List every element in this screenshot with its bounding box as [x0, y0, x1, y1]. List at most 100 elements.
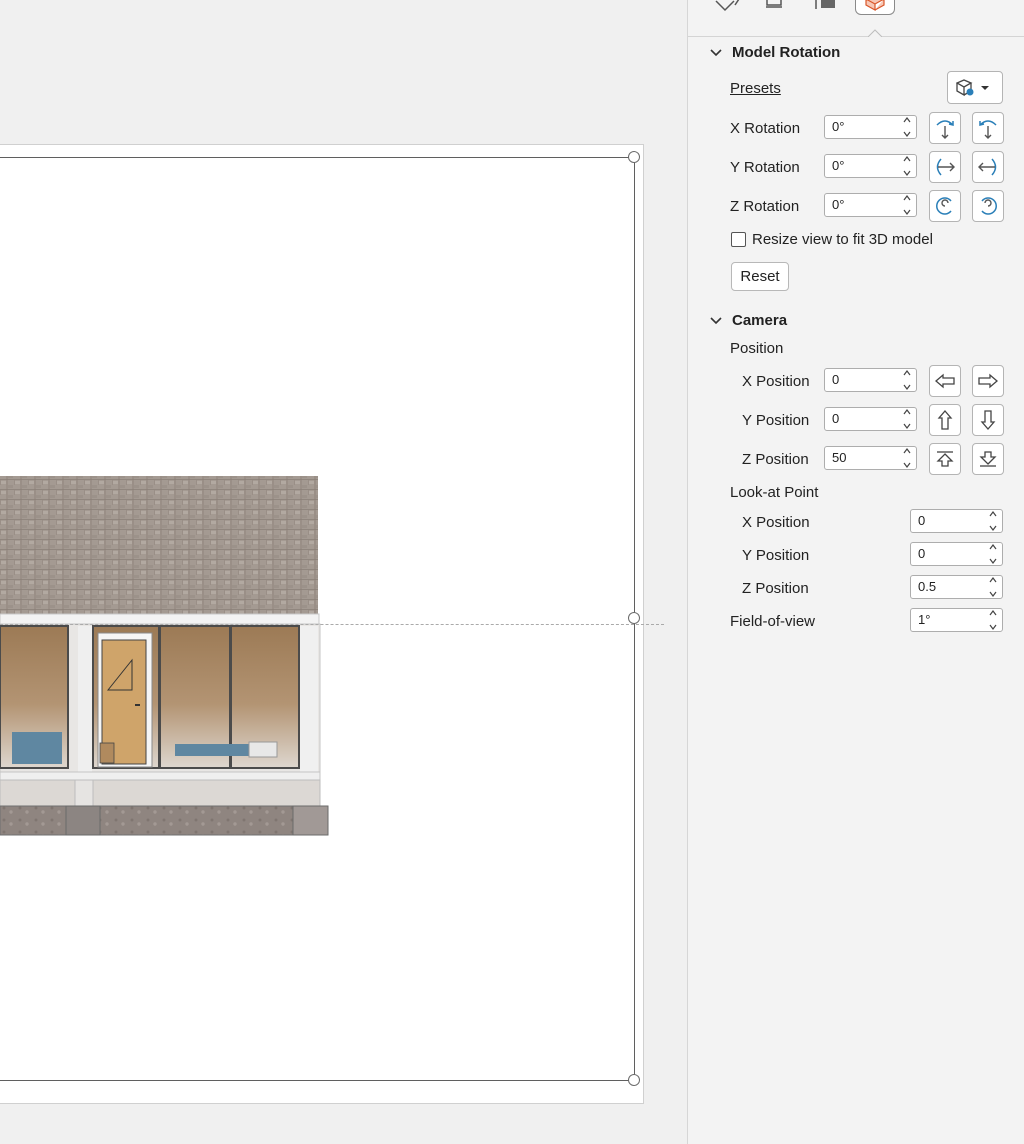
resize-handle-right[interactable]: [628, 612, 640, 624]
resize-view-label[interactable]: Resize view to fit 3D model: [752, 231, 933, 248]
resize-handle-bottom-right[interactable]: [628, 1074, 640, 1086]
look-at-x-spinner[interactable]: 0: [910, 509, 1003, 533]
spin-up-icon[interactable]: [903, 117, 911, 123]
spin-down-icon[interactable]: [989, 558, 997, 564]
camera-y-position-spinner[interactable]: 0: [824, 407, 917, 431]
presets-label: Presets: [730, 80, 781, 97]
look-at-x-value: 0: [918, 513, 926, 528]
3d-model-house[interactable]: [0, 474, 340, 839]
look-at-y-spinner[interactable]: 0: [910, 542, 1003, 566]
spin-down-icon[interactable]: [989, 591, 997, 597]
spin-down-icon[interactable]: [903, 131, 911, 137]
active-tab-pointer-icon: [868, 29, 882, 37]
rotate-z-right-button[interactable]: [972, 190, 1004, 222]
camera-title: Camera: [732, 312, 788, 329]
spin-down-icon[interactable]: [989, 624, 997, 630]
model-rotation-header[interactable]: Model Rotation: [710, 44, 840, 61]
z-rotation-spinner[interactable]: 0°: [824, 193, 917, 217]
spin-up-icon[interactable]: [989, 577, 997, 583]
effects-icon: [766, 0, 782, 8]
spin-up-icon[interactable]: [989, 544, 997, 550]
tab-3d-model[interactable]: [855, 0, 895, 15]
x-rotation-value: 0°: [832, 119, 845, 134]
camera-x-position-label: X Position: [742, 373, 810, 390]
camera-y-position-label: Y Position: [742, 412, 810, 429]
camera-z-position-value: 50: [832, 450, 847, 465]
resize-handle-top-right[interactable]: [628, 151, 640, 163]
rotate-y-right-icon: [978, 158, 997, 176]
camera-x-position-spinner[interactable]: 0: [824, 368, 917, 392]
move-right-button[interactable]: [972, 365, 1004, 397]
look-at-z-spinner[interactable]: 0.5: [910, 575, 1003, 599]
arrow-right-icon: [978, 373, 998, 389]
rotate-x-left-icon: [936, 120, 954, 139]
tab-effects[interactable]: [756, 0, 792, 22]
position-label: Position: [730, 340, 784, 357]
rotate-z-left-button[interactable]: [929, 190, 961, 222]
camera-z-position-label: Z Position: [742, 451, 809, 468]
spin-up-icon[interactable]: [903, 156, 911, 162]
look-at-z-label: Z Position: [742, 580, 809, 597]
x-rotation-label: X Rotation: [730, 120, 801, 137]
reset-button-label: Reset: [740, 268, 780, 285]
spin-down-icon[interactable]: [903, 170, 911, 176]
move-forward-icon: [936, 451, 954, 467]
rotate-y-left-button[interactable]: [929, 151, 961, 183]
format-3d-model-pane: Model Rotation Presets X Rotation 0° Y R…: [687, 0, 1024, 1144]
3d-model-icon: [865, 0, 885, 11]
spin-down-icon[interactable]: [903, 384, 911, 390]
y-rotation-spinner[interactable]: 0°: [824, 154, 917, 178]
move-down-button[interactable]: [972, 404, 1004, 436]
rotate-y-left-icon: [936, 158, 955, 176]
look-at-point-label: Look-at Point: [730, 484, 819, 501]
pane-tabs: [688, 0, 1024, 37]
size-properties-icon: [815, 0, 835, 9]
rotate-x-left-button[interactable]: [929, 112, 961, 144]
camera-x-position-value: 0: [832, 372, 840, 387]
spin-up-icon[interactable]: [903, 448, 911, 454]
move-left-button[interactable]: [929, 365, 961, 397]
spin-up-icon[interactable]: [989, 610, 997, 616]
z-rotation-label: Z Rotation: [730, 198, 800, 215]
move-up-button[interactable]: [929, 404, 961, 436]
y-rotation-value: 0°: [832, 158, 845, 173]
field-of-view-value: 1°: [918, 612, 931, 627]
field-of-view-spinner[interactable]: 1°: [910, 608, 1003, 632]
chevron-down-icon: [710, 316, 722, 324]
spin-down-icon[interactable]: [903, 462, 911, 468]
arrow-left-icon: [935, 373, 955, 389]
alignment-guide: [0, 624, 664, 625]
arrow-down-icon: [980, 410, 996, 430]
reset-button[interactable]: Reset: [731, 262, 789, 291]
move-backward-button[interactable]: [972, 443, 1004, 475]
move-backward-icon: [979, 451, 997, 467]
spin-up-icon[interactable]: [903, 409, 911, 415]
resize-view-checkbox[interactable]: [731, 232, 746, 247]
z-rotation-value: 0°: [832, 197, 845, 212]
camera-z-position-spinner[interactable]: 50: [824, 446, 917, 470]
move-forward-button[interactable]: [929, 443, 961, 475]
y-rotation-label: Y Rotation: [730, 159, 800, 176]
chevron-down-icon: [710, 48, 722, 56]
x-rotation-spinner[interactable]: 0°: [824, 115, 917, 139]
rotate-x-right-icon: [979, 120, 997, 139]
spin-up-icon[interactable]: [903, 195, 911, 201]
canvas-area: [0, 0, 687, 1144]
arrow-up-icon: [937, 410, 953, 430]
spin-down-icon[interactable]: [903, 209, 911, 215]
camera-y-position-value: 0: [832, 411, 840, 426]
fill-line-icon: [715, 0, 740, 12]
rotate-x-right-button[interactable]: [972, 112, 1004, 144]
rotate-y-right-button[interactable]: [972, 151, 1004, 183]
tab-size-properties[interactable]: [806, 0, 842, 22]
look-at-z-value: 0.5: [918, 579, 937, 594]
spin-down-icon[interactable]: [989, 525, 997, 531]
rotate-z-left-icon: [936, 197, 952, 215]
spin-up-icon[interactable]: [989, 511, 997, 517]
presets-dropdown[interactable]: [947, 71, 1003, 104]
camera-header[interactable]: Camera: [710, 312, 787, 329]
tab-fill-line[interactable]: [709, 0, 745, 22]
spin-up-icon[interactable]: [903, 370, 911, 376]
spin-down-icon[interactable]: [903, 423, 911, 429]
3d-cube-preset-icon: [956, 78, 989, 96]
